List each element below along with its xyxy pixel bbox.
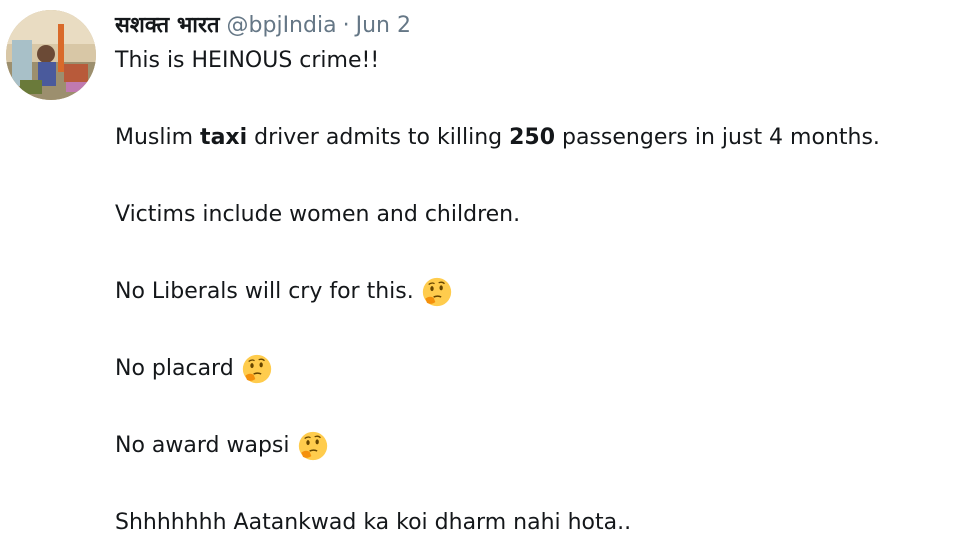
user-handle[interactable]: @bpjIndia [227, 10, 337, 42]
line-heinous: This is HEINOUS crime!! [115, 48, 380, 73]
line-liberals: No Liberals will cry for this. [115, 279, 414, 304]
text-line: Victims include women and children. [115, 200, 970, 230]
tweet[interactable]: सशक्त भारत @bpjIndia · Jun 2 This is HEI… [0, 0, 976, 549]
text-line: No Liberals will cry for this. [115, 277, 970, 307]
line-dharm: Shhhhhhh Aatankwad ka koi dharm nahi hot… [115, 510, 632, 535]
tweet-header: सशक्त भारत @bpjIndia · Jun 2 [115, 10, 411, 42]
bold-250: 250 [509, 125, 556, 150]
text-line: No award wapsi [115, 431, 970, 461]
line-passengers: passengers in just 4 months. [555, 125, 880, 150]
tweet-date[interactable]: Jun 2 [356, 10, 411, 42]
line-placard: No placard [115, 356, 234, 381]
display-name[interactable]: सशक्त भारत [115, 10, 220, 42]
avatar-photo-icon [6, 10, 96, 100]
thinking-face-icon [242, 354, 272, 384]
text-line: Shhhhhhh Aatankwad ka koi dharm nahi hot… [115, 508, 970, 538]
avatar[interactable] [6, 10, 96, 100]
line-victims: Victims include women and children. [115, 202, 521, 227]
line-muslim: Muslim [115, 125, 201, 150]
text-line: Muslim taxi driver admits to killing 250… [115, 123, 970, 153]
line-admits: driver admits to killing [247, 125, 510, 150]
text-line: This is HEINOUS crime!! [115, 46, 970, 76]
thinking-face-icon [298, 431, 328, 461]
separator-dot: · [342, 13, 350, 38]
line-award-wapsi: No award wapsi [115, 433, 290, 458]
thinking-face-icon [422, 277, 452, 307]
text-line: No placard [115, 354, 970, 384]
bold-taxi: taxi [200, 125, 248, 150]
tweet-text: This is HEINOUS crime!! Muslim taxi driv… [115, 46, 970, 538]
